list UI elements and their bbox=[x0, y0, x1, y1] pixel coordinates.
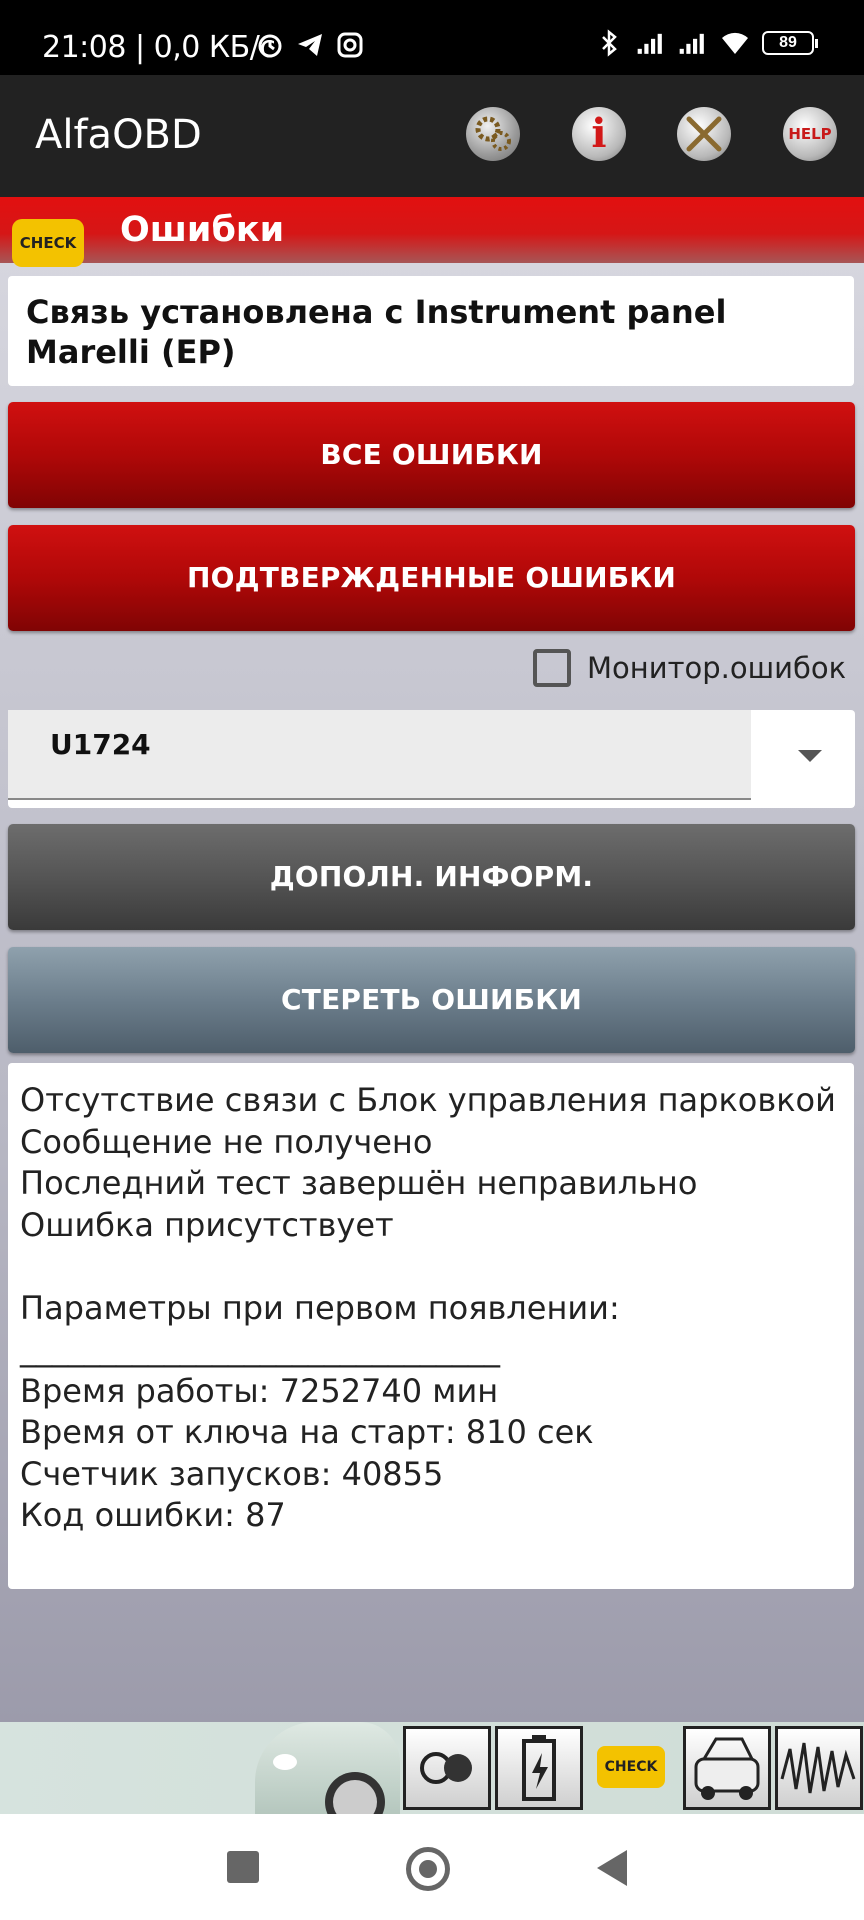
error-monitor-toggle[interactable]: Монитор.ошибок bbox=[533, 649, 846, 687]
chevron-down-icon[interactable] bbox=[798, 750, 822, 762]
main-content: CHECK Ошибки Связь установлена с Instrum… bbox=[0, 197, 864, 1722]
dtc-select[interactable]: U1724 bbox=[8, 710, 855, 808]
battery-level: 89 bbox=[779, 34, 797, 51]
confirmed-errors-button[interactable]: ПОДТВЕРЖДЕННЫЕ ОШИБКИ bbox=[8, 525, 855, 631]
recent-apps-icon[interactable] bbox=[227, 1851, 259, 1883]
check-engine-icon[interactable]: CHECK bbox=[597, 1746, 665, 1788]
details-line: Время работы: 7252740 мин bbox=[20, 1371, 499, 1410]
status-bar: 21:08 | 0,0 КБ/с 89 bbox=[0, 0, 864, 75]
info-glyph: i bbox=[591, 110, 607, 157]
battery-icon: 89 bbox=[762, 31, 818, 55]
section-header: CHECK Ошибки bbox=[0, 197, 864, 267]
alarm-icon bbox=[258, 34, 282, 58]
details-line: Последний тест завершён неправильно bbox=[20, 1164, 698, 1202]
tools-icon[interactable] bbox=[677, 107, 731, 161]
home-icon[interactable] bbox=[406, 1847, 450, 1891]
details-line: Отсутствие связи с Блок управления парко… bbox=[20, 1081, 836, 1119]
all-errors-button[interactable]: ВСЕ ОШИБКИ bbox=[8, 402, 855, 508]
dtc-select-field[interactable]: U1724 bbox=[8, 710, 751, 800]
monitor-checkbox[interactable] bbox=[533, 649, 571, 687]
bottom-toolbar: CHECK bbox=[0, 1722, 864, 1832]
details-line: Ошибка присутствует bbox=[20, 1205, 394, 1244]
wifi-icon bbox=[722, 32, 748, 54]
details-line bbox=[20, 1246, 842, 1288]
clear-errors-button[interactable]: СТЕРЕТЬ ОШИБКИ bbox=[8, 947, 855, 1053]
details-line: Счетчик запусков: 40855 bbox=[20, 1454, 444, 1493]
car-hood-icon[interactable] bbox=[683, 1726, 771, 1810]
back-icon[interactable] bbox=[597, 1850, 627, 1886]
error-details: Отсутствие связи с Блок управления парко… bbox=[8, 1063, 854, 1589]
system-navigation bbox=[0, 1814, 864, 1920]
app-bar: AlfaOBD i HELP bbox=[0, 75, 864, 197]
details-line: Параметры при первом появлении: bbox=[20, 1288, 620, 1327]
signal-icon bbox=[679, 33, 704, 54]
speaker-icon[interactable] bbox=[403, 1726, 491, 1810]
status-time: 21:08 | 0,0 КБ/с bbox=[42, 30, 276, 65]
details-line: ______________________________ bbox=[20, 1330, 500, 1368]
details-line: Время от ключа на старт: 810 сек bbox=[20, 1413, 594, 1451]
telegram-icon bbox=[298, 34, 322, 56]
battery-charge-icon[interactable] bbox=[495, 1726, 583, 1810]
dtc-select-value: U1724 bbox=[50, 728, 151, 761]
car-icon bbox=[255, 1722, 400, 1832]
details-line: Код ошибки: 87 bbox=[20, 1496, 286, 1534]
instagram-icon bbox=[337, 32, 363, 58]
check-engine-icon: CHECK bbox=[12, 219, 84, 267]
more-info-button[interactable]: ДОПОЛН. ИНФОРМ. bbox=[8, 824, 855, 930]
bluetooth-icon bbox=[602, 29, 617, 57]
signal-icon bbox=[637, 33, 662, 54]
gears-icon[interactable] bbox=[466, 107, 520, 161]
help-icon[interactable]: HELP bbox=[783, 107, 837, 161]
info-icon[interactable]: i bbox=[572, 107, 626, 161]
help-label: HELP bbox=[788, 125, 832, 143]
page-title: Ошибки bbox=[120, 210, 285, 250]
details-line: Сообщение не получено bbox=[20, 1122, 433, 1161]
monitor-label: Монитор.ошибок bbox=[587, 651, 847, 685]
app-title: AlfaOBD bbox=[35, 112, 202, 158]
connection-status: Связь установлена с Instrument panel Mar… bbox=[8, 276, 854, 386]
oscilloscope-icon[interactable] bbox=[775, 1726, 863, 1810]
